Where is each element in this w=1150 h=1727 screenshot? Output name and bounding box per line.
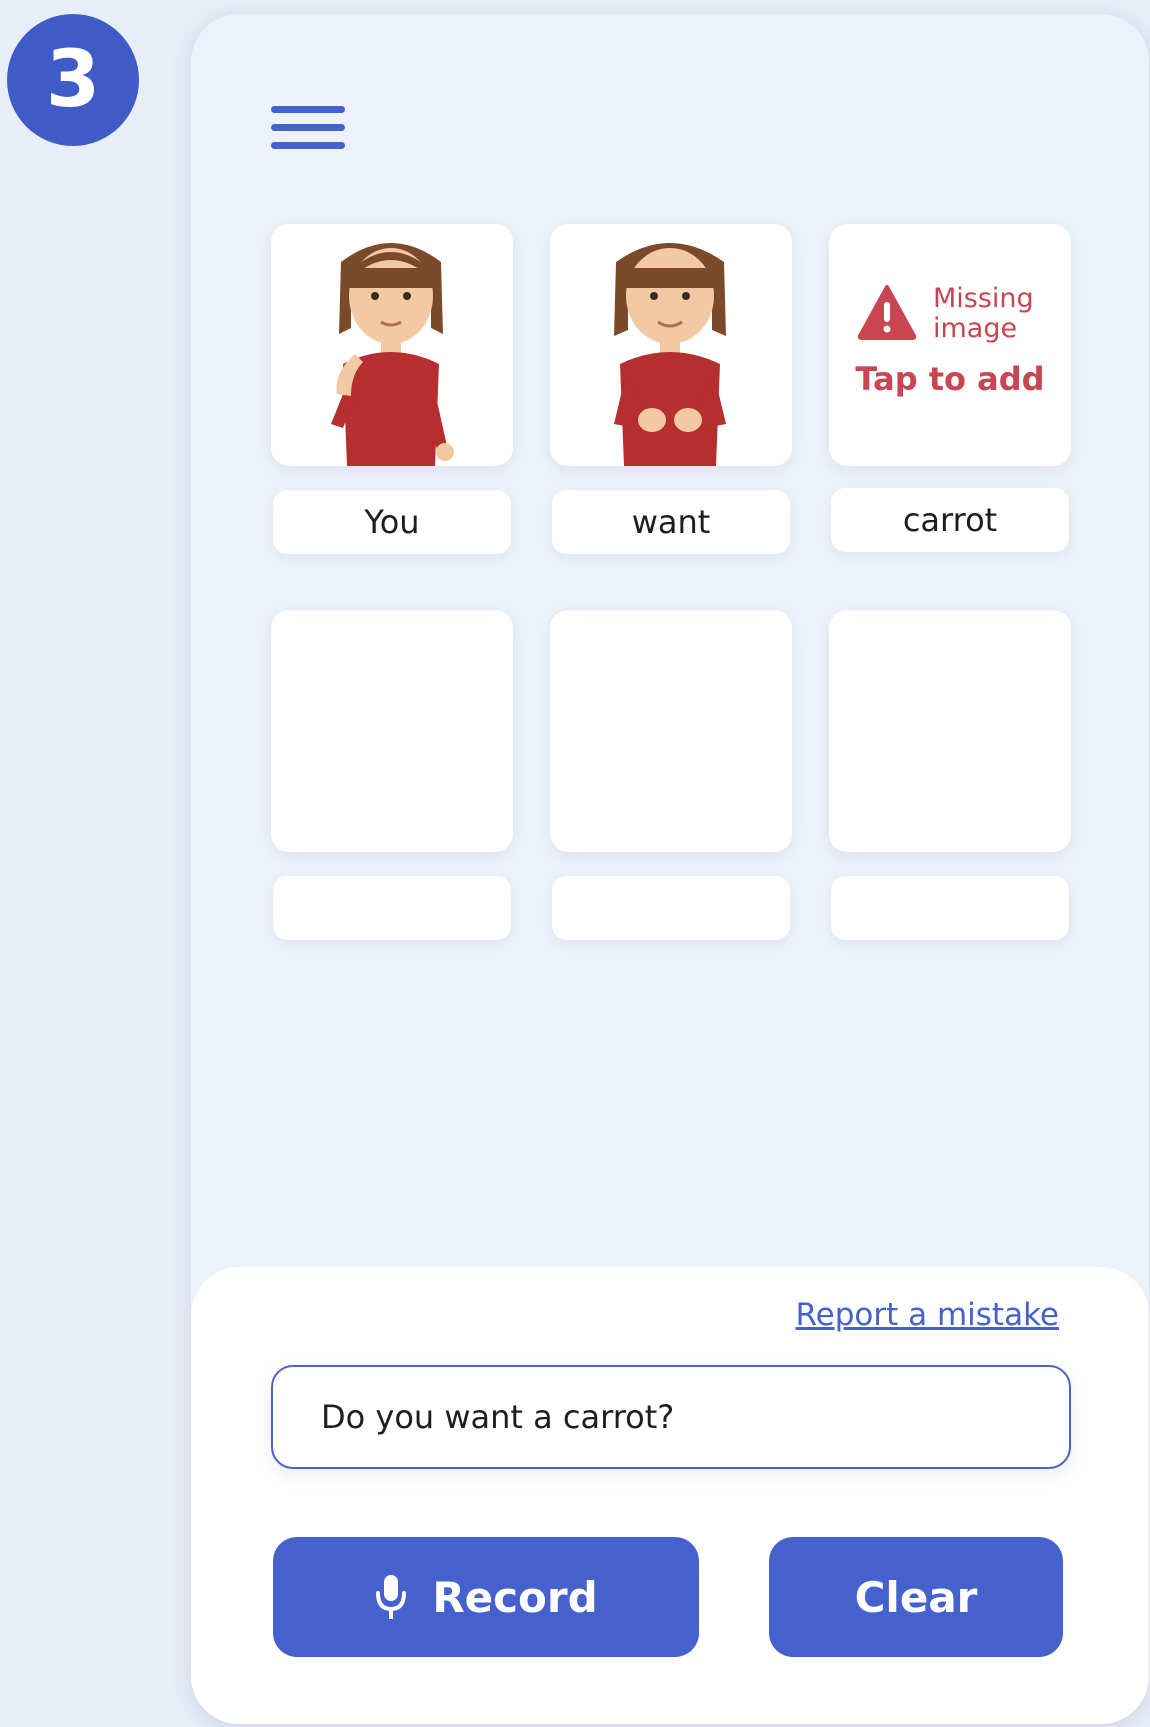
empty-sign-label[interactable]	[273, 876, 511, 940]
child-signing-you-image	[331, 243, 454, 466]
empty-sign-card[interactable]	[271, 610, 513, 852]
sign-card-carrot-missing-image[interactable]: Missing image Tap to add	[829, 224, 1071, 466]
step-number-badge: 3	[7, 14, 139, 146]
record-button[interactable]: Record	[273, 1537, 699, 1657]
sentence-input[interactable]	[271, 1365, 1071, 1469]
missing-image-placeholder[interactable]: Missing image Tap to add	[829, 224, 1071, 466]
warning-triangle-icon	[857, 285, 917, 340]
record-button-label: Record	[432, 1572, 598, 1622]
clear-button-label: Clear	[854, 1572, 978, 1622]
sentence-panel: Report a mistake Record Clear	[191, 1267, 1149, 1724]
sign-label-want[interactable]: want	[552, 490, 790, 554]
sign-card-want[interactable]	[550, 224, 792, 466]
sign-label-carrot[interactable]: carrot	[831, 488, 1069, 552]
tap-to-add-text: Tap to add	[855, 360, 1045, 398]
missing-image-text: Missing image	[933, 283, 1034, 344]
empty-sign-label[interactable]	[831, 876, 1069, 940]
empty-sign-card[interactable]	[829, 610, 1071, 852]
microphone-icon	[376, 1575, 407, 1619]
hamburger-menu-icon[interactable]	[271, 94, 345, 154]
empty-sign-label[interactable]	[552, 876, 790, 940]
sign-card-you[interactable]	[271, 224, 513, 466]
empty-sign-card[interactable]	[550, 610, 792, 852]
clear-button[interactable]: Clear	[769, 1537, 1063, 1657]
report-mistake-link[interactable]: Report a mistake	[796, 1297, 1060, 1333]
sign-label-you[interactable]: You	[273, 490, 511, 554]
app-screen: Missing image Tap to add You want carrot…	[191, 14, 1149, 1724]
child-signing-want-image	[614, 243, 726, 466]
